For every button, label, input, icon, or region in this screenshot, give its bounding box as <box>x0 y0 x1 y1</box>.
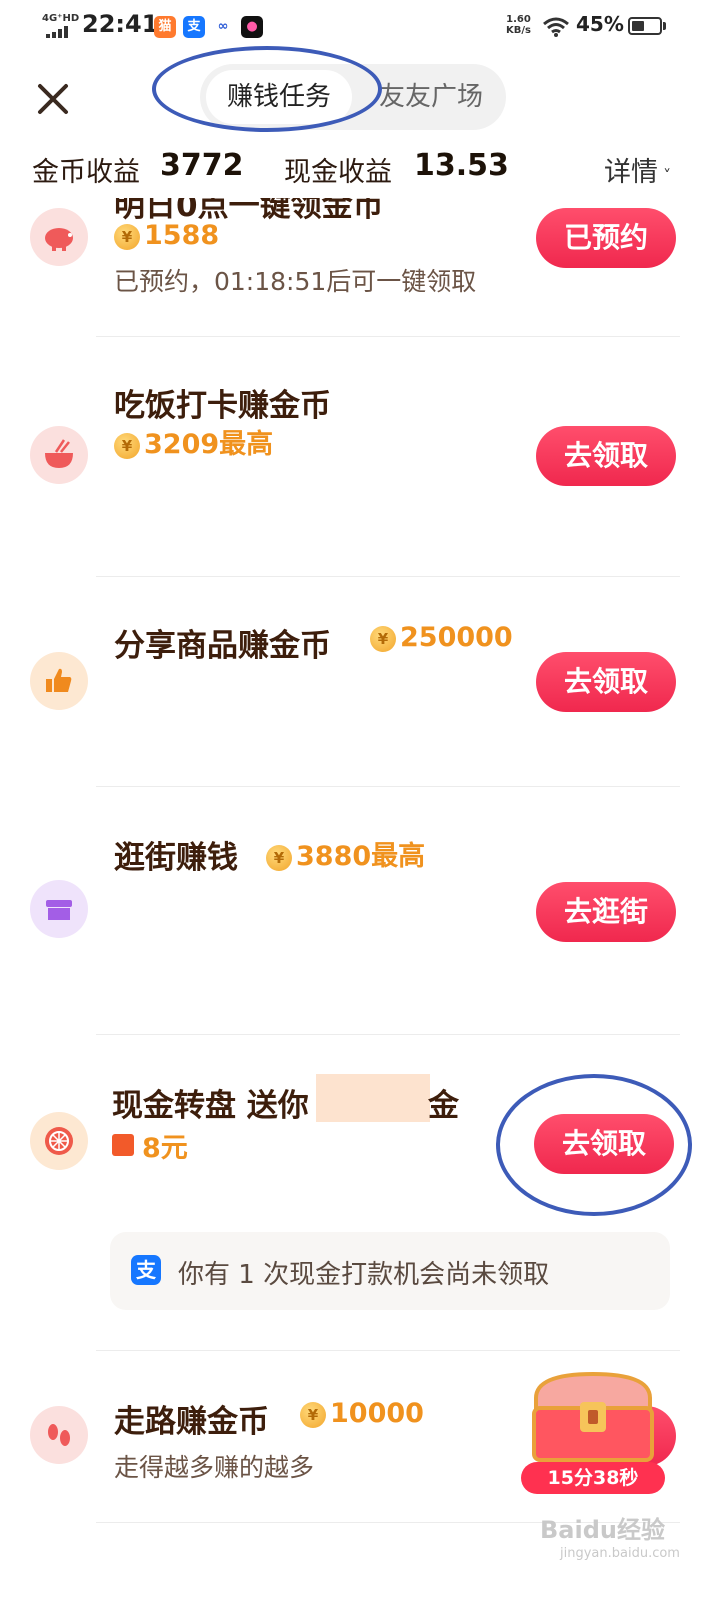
coin-icon: ¥ <box>266 845 292 871</box>
task-reward: ¥3209最高 <box>114 422 273 461</box>
tab-friends-square[interactable]: 友友广场 <box>362 70 500 124</box>
task-reward: ¥10000 <box>300 1398 424 1429</box>
chevron-down-icon: ˅ <box>658 166 672 185</box>
task-description: 走得越多赚的越多 <box>114 1453 315 1482</box>
annotation-circle-button <box>496 1074 692 1216</box>
shop-button[interactable]: 去逛街 <box>536 882 676 942</box>
network-speed: 1.60 KB/s <box>506 14 531 36</box>
cash-earnings-label: 现金收益 <box>284 157 392 188</box>
coin-icon: ¥ <box>300 1402 326 1428</box>
task-reward: ¥1588 <box>114 220 219 251</box>
baidu-watermark-url: jingyan.baidu.com <box>560 1546 680 1561</box>
claim-button[interactable]: 去领取 <box>536 652 676 712</box>
app-notification-icon: 猫 <box>154 16 176 38</box>
alipay-icon: 支 <box>131 1255 161 1285</box>
close-icon[interactable] <box>30 76 76 122</box>
chest-timer: 15分38秒 <box>521 1462 665 1494</box>
battery-tip <box>663 22 666 30</box>
battery-percent: 45% <box>576 12 624 36</box>
divider <box>96 336 680 337</box>
redacted-block <box>316 1074 430 1122</box>
claim-button[interactable]: 去领取 <box>536 426 676 486</box>
task-row-reserve: 明日0点一键领金币 ¥1588 已预约，01:18:51后可一键领取 已预约 <box>0 198 720 338</box>
baidu-watermark: Baidu经验 <box>540 1516 665 1544</box>
divider <box>96 786 680 787</box>
coin-icon: ¥ <box>370 626 396 652</box>
coin-icon: ¥ <box>114 224 140 250</box>
alipay-notification-icon: 支 <box>183 16 205 38</box>
divider <box>96 1350 680 1351</box>
piggy-bank-icon <box>30 208 88 266</box>
rice-bowl-icon <box>30 426 88 484</box>
footprints-icon <box>30 1406 88 1464</box>
shop-icon <box>30 880 88 938</box>
coin-icon: ¥ <box>114 433 140 459</box>
task-title: 走路赚金币 <box>114 1404 269 1440</box>
task-reward: 8元 <box>112 1126 188 1165</box>
task-title: 逛街赚钱 <box>114 840 238 876</box>
network-indicator: 4G⁺HD <box>42 13 80 24</box>
task-title: 分享商品赚金币 <box>114 628 331 664</box>
status-bar: 4G⁺HD 22:41 猫 支 ∞ ● 1.60 KB/s 45% <box>0 0 720 56</box>
treasure-chest-icon[interactable] <box>526 1368 660 1464</box>
cash-earnings-value: 13.53 <box>414 148 509 183</box>
baidu-notification-icon: ∞ <box>212 16 234 38</box>
wheel-icon <box>30 1112 88 1170</box>
wifi-icon <box>543 17 569 37</box>
clock: 22:41 <box>82 10 159 38</box>
divider <box>96 1034 680 1035</box>
task-description: 已预约，01:18:51后可一键领取 <box>114 267 477 296</box>
task-reward: ¥3880最高 <box>266 834 425 873</box>
signal-icon <box>46 26 68 38</box>
task-title: 现金转盘 送你 <box>112 1088 309 1124</box>
reserved-button[interactable]: 已预约 <box>536 208 676 268</box>
red-envelope-icon <box>112 1134 134 1156</box>
task-title: 吃饭打卡赚金币 <box>114 388 331 424</box>
banner-text: 你有 1 次现金打款机会尚未领取 <box>178 1260 550 1290</box>
app-notification-icon-2: ● <box>241 16 263 38</box>
details-link[interactable]: 详情 ˅ <box>604 150 671 189</box>
task-reward: ¥250000 <box>370 622 513 653</box>
annotation-circle-tab <box>152 46 382 132</box>
coin-earnings-value: 3772 <box>160 148 244 183</box>
battery-icon <box>628 17 662 35</box>
divider <box>96 576 680 577</box>
coin-earnings-label: 金币收益 <box>32 157 140 188</box>
thumbs-up-icon <box>30 652 88 710</box>
task-title-suffix: 金 <box>428 1088 459 1124</box>
